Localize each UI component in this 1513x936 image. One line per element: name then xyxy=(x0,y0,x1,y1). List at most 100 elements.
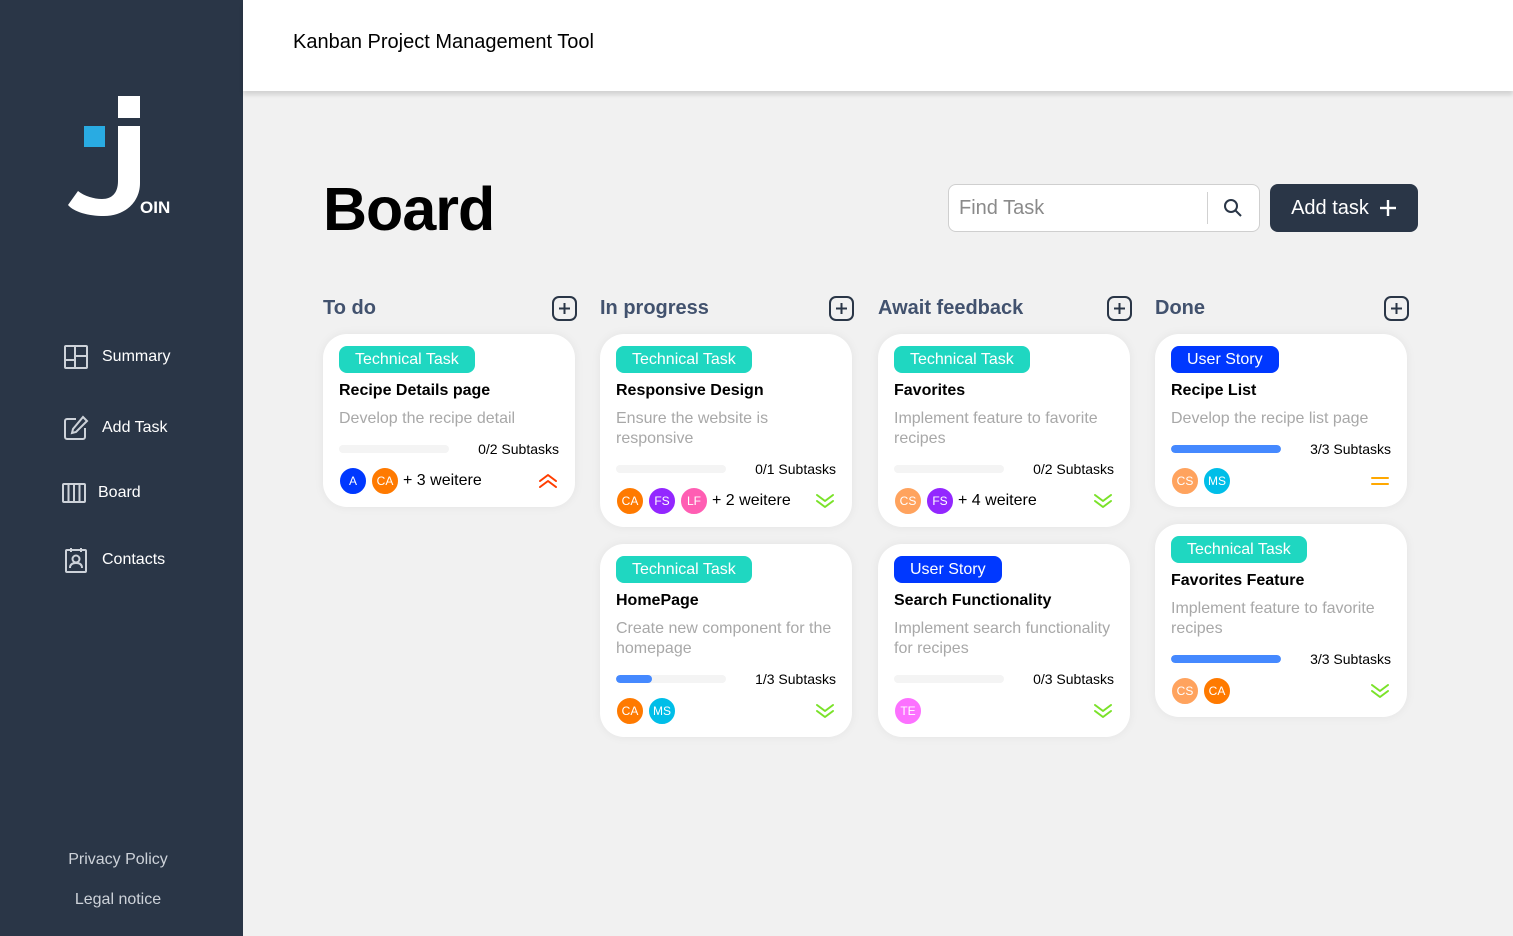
avatar: CS xyxy=(1171,467,1199,495)
task-card[interactable]: Technical Task HomePage Create new compone… xyxy=(600,544,852,737)
category-badge: User Story xyxy=(1171,346,1279,373)
category-badge: Technical Task xyxy=(894,346,1030,373)
task-title: Recipe List xyxy=(1171,382,1257,399)
sidebar-item-contacts[interactable]: Contacts xyxy=(62,546,165,574)
task-title: Search Functionality xyxy=(894,592,1052,609)
subtask-progress: 3/3 Subtasks xyxy=(1171,651,1391,667)
category-badge: Technical Task xyxy=(1171,536,1307,563)
avatar: MS xyxy=(648,697,676,725)
avatar: CS xyxy=(1171,677,1199,705)
progress-bar xyxy=(616,675,726,683)
task-title: HomePage xyxy=(616,592,699,609)
assignee-avatars: TE xyxy=(894,697,926,725)
plus-icon xyxy=(1379,200,1396,216)
plus-icon xyxy=(1391,303,1402,314)
task-title: Favorites xyxy=(894,382,966,399)
card-footer: CS MS xyxy=(1171,467,1391,495)
task-title: Responsive Design xyxy=(616,382,764,399)
sidebar-item-board[interactable]: Board xyxy=(62,482,141,504)
sidebar-item-summary[interactable]: Summary xyxy=(62,343,170,371)
add-to-column-button[interactable] xyxy=(1107,296,1132,321)
progress-bar-fill xyxy=(1171,445,1281,453)
progress-bar-fill xyxy=(616,675,653,683)
sidebar-item-add-task[interactable]: Add Task xyxy=(62,414,168,442)
search-box xyxy=(948,184,1260,232)
add-task-label: Add task xyxy=(1291,196,1369,219)
card-footer: TE xyxy=(894,697,1114,725)
subtask-count: 3/3 Subtasks xyxy=(1310,441,1391,457)
logo-text: OIN xyxy=(140,198,170,217)
add-to-column-button[interactable] xyxy=(829,296,854,321)
task-description: Ensure the website is responsive xyxy=(616,410,769,447)
column-header: In progress xyxy=(600,296,854,322)
column-title: Await feedback xyxy=(878,297,1024,319)
join-logo[interactable]: OIN xyxy=(66,95,176,220)
progress-bar-fill xyxy=(1171,655,1281,663)
task-description: Develop the recipe detail xyxy=(339,410,516,427)
task-card[interactable]: Technical Task Responsive Design Ensure th… xyxy=(600,334,852,527)
subtask-progress: 0/1 Subtasks xyxy=(616,461,836,477)
board-icon xyxy=(62,483,86,503)
avatar: FS xyxy=(926,487,954,515)
task-card[interactable]: User Story Recipe List Develop the recipe … xyxy=(1155,334,1407,507)
avatar: MS xyxy=(1203,467,1231,495)
assignee-avatars: A CA + 3 weitere xyxy=(339,467,482,495)
progress-bar xyxy=(616,465,726,473)
subtask-progress: 0/3 Subtasks xyxy=(894,671,1114,687)
subtask-progress: 0/2 Subtasks xyxy=(339,441,559,457)
task-card[interactable]: Technical Task Favorites Feature Implement… xyxy=(1155,524,1407,717)
card-footer: CA MS xyxy=(616,697,836,725)
priority-low-icon xyxy=(1092,493,1114,509)
priority-low-icon xyxy=(814,493,836,509)
task-card[interactable]: Technical Task Favorites Implement feature… xyxy=(878,334,1130,527)
avatar: CS xyxy=(894,487,922,515)
legal-notice-link[interactable]: Legal notice xyxy=(0,891,236,909)
assignee-avatars: CA FS LF + 2 weitere xyxy=(616,487,791,515)
column-title: To do xyxy=(323,297,376,319)
priority-low-icon xyxy=(1092,703,1114,719)
sidebar-item-label: Board xyxy=(98,484,141,501)
avatar: LF xyxy=(680,487,708,515)
more-assignees: + 3 weitere xyxy=(403,472,482,489)
task-card[interactable]: User Story Search Functionality Implement … xyxy=(878,544,1130,737)
category-badge: Technical Task xyxy=(616,346,752,373)
search-input[interactable] xyxy=(949,185,1207,231)
assignee-avatars: CA MS xyxy=(616,697,680,725)
add-to-column-button[interactable] xyxy=(552,296,577,321)
assignee-avatars: CS MS xyxy=(1171,467,1235,495)
column-title: Done xyxy=(1155,297,1205,319)
task-card[interactable]: Technical Task Recipe Details page Develop… xyxy=(323,334,575,507)
column-title: In progress xyxy=(600,297,709,319)
card-footer: CA FS LF + 2 weitere xyxy=(616,487,836,515)
search-button[interactable] xyxy=(1208,185,1258,231)
column-header: To do xyxy=(323,296,577,322)
progress-bar xyxy=(339,445,449,453)
avatar: FS xyxy=(648,487,676,515)
category-badge: Technical Task xyxy=(616,556,752,583)
avatar: A xyxy=(339,467,367,495)
task-description: Implement feature to favorite recipes xyxy=(894,410,1098,447)
add-to-column-button[interactable] xyxy=(1384,296,1409,321)
privacy-policy-link[interactable]: Privacy Policy xyxy=(0,851,236,869)
avatar: CA xyxy=(616,697,644,725)
progress-bar xyxy=(1171,445,1281,453)
subtask-count: 0/2 Subtasks xyxy=(478,441,559,457)
task-description: Implement feature to favorite recipes xyxy=(1171,600,1375,637)
summary-icon xyxy=(64,345,88,369)
task-title: Recipe Details page xyxy=(339,382,491,399)
subtask-count: 0/3 Subtasks xyxy=(1033,671,1114,687)
task-description: Implement search functionality for recip… xyxy=(894,620,1111,657)
priority-low-icon xyxy=(814,703,836,719)
category-badge: Technical Task xyxy=(339,346,475,373)
column-header: Await feedback xyxy=(878,296,1132,322)
priority-low-icon xyxy=(1369,683,1391,699)
subtask-progress: 1/3 Subtasks xyxy=(616,671,836,687)
plus-icon xyxy=(1114,303,1125,314)
card-footer: CS FS + 4 weitere xyxy=(894,487,1114,515)
app-title: Kanban Project Management Tool xyxy=(293,31,594,53)
add-task-button[interactable]: Add task xyxy=(1270,184,1418,232)
progress-bar xyxy=(894,675,1004,683)
contacts-icon xyxy=(65,548,87,573)
search-icon xyxy=(1224,199,1242,217)
assignee-avatars: CS CA xyxy=(1171,677,1235,705)
